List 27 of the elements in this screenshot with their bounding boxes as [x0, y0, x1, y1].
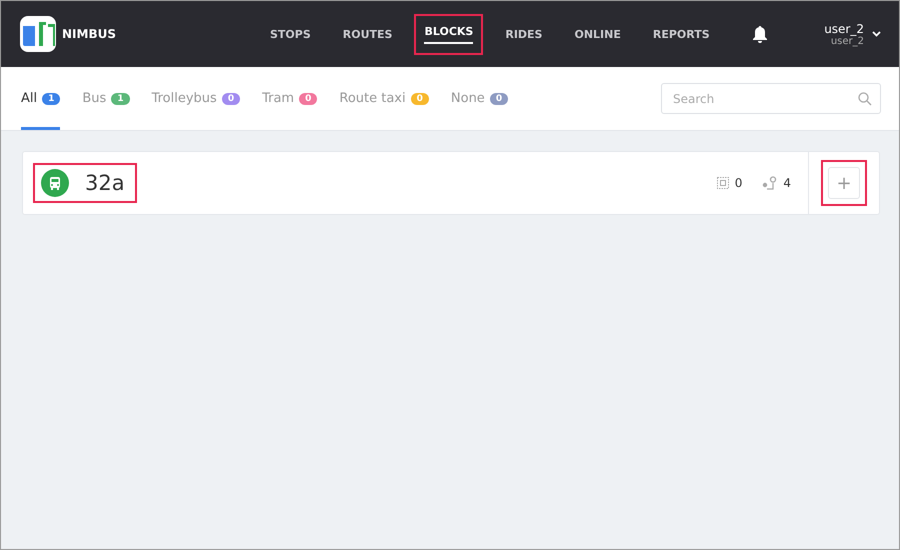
route-pins-icon	[762, 176, 778, 190]
count-badge: 0	[410, 92, 429, 104]
nav-link[interactable]: ONLINE	[566, 18, 629, 50]
bell-icon[interactable]	[752, 25, 768, 43]
search-icon	[858, 92, 872, 106]
count-badge: 0	[222, 92, 240, 104]
count-badge: 0	[490, 92, 508, 104]
user-name[interactable]: user_2	[824, 22, 864, 36]
nav-link[interactable]: STOPS	[262, 18, 319, 50]
search-field[interactable]: Search	[661, 83, 881, 114]
count-badge: 0	[299, 92, 318, 104]
bus-icon	[41, 169, 69, 197]
user-login: user_2	[830, 36, 864, 46]
nav-link[interactable]: BLOCKS	[416, 16, 482, 52]
nav-link[interactable]: RIDES	[497, 18, 550, 50]
block-name: 32a	[85, 171, 125, 195]
filter-tab[interactable]: All 1	[21, 67, 60, 130]
vehicle-square-icon	[716, 177, 729, 189]
nav-link[interactable]: ROUTES	[334, 18, 400, 50]
stop-count: 4	[783, 176, 791, 190]
logo-icon	[20, 16, 56, 52]
count-badge: 1	[42, 92, 60, 104]
chevron-down-icon[interactable]	[872, 31, 881, 37]
nav-link[interactable]: REPORTS	[644, 18, 718, 50]
vehicle-count: 0	[734, 176, 742, 190]
count-badge: 1	[111, 92, 130, 104]
brand-name: NIMBUS	[62, 27, 116, 41]
